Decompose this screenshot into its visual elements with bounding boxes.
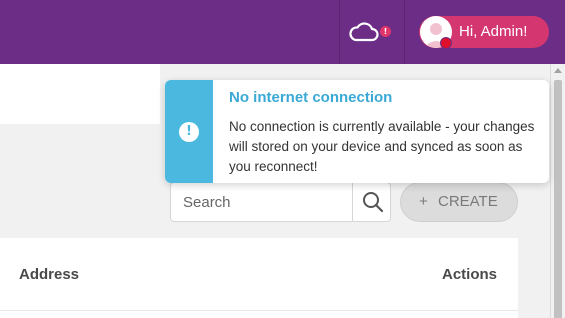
vertical-scrollbar[interactable] [550, 64, 565, 318]
sync-status-button[interactable]: ! [345, 18, 395, 46]
status-dot [440, 37, 452, 49]
sync-alert-badge: ! [380, 26, 391, 37]
search-icon [363, 192, 384, 213]
cloud-icon [349, 22, 379, 42]
column-header-address[interactable]: Address [19, 266, 79, 283]
header-divider [339, 0, 340, 64]
table-header-divider [0, 310, 518, 311]
offline-toast[interactable]: ! No internet connection No connection i… [165, 80, 549, 183]
content-panel [0, 64, 160, 124]
scroll-up-arrow-icon[interactable] [554, 68, 562, 73]
user-menu-button[interactable]: Hi, Admin! [419, 16, 549, 49]
toast-title: No internet connection [229, 89, 393, 106]
search-button[interactable] [352, 183, 391, 221]
app-page: ! Hi, Admin! + [0, 0, 565, 318]
create-button[interactable]: + CREATE [400, 182, 518, 222]
plus-icon: + [419, 193, 428, 210]
user-greeting: Hi, Admin! [459, 23, 528, 40]
column-header-actions: Actions [442, 266, 498, 283]
search-field [170, 182, 391, 222]
header-divider [404, 0, 405, 64]
scroll-thumb[interactable] [554, 80, 562, 318]
top-header: ! Hi, Admin! [0, 0, 565, 64]
info-icon: ! [179, 122, 199, 142]
create-label: CREATE [438, 193, 498, 210]
toast-accent-bar: ! [165, 80, 213, 183]
search-input[interactable] [172, 184, 350, 220]
toast-message: No connection is currently available - y… [229, 119, 535, 174]
